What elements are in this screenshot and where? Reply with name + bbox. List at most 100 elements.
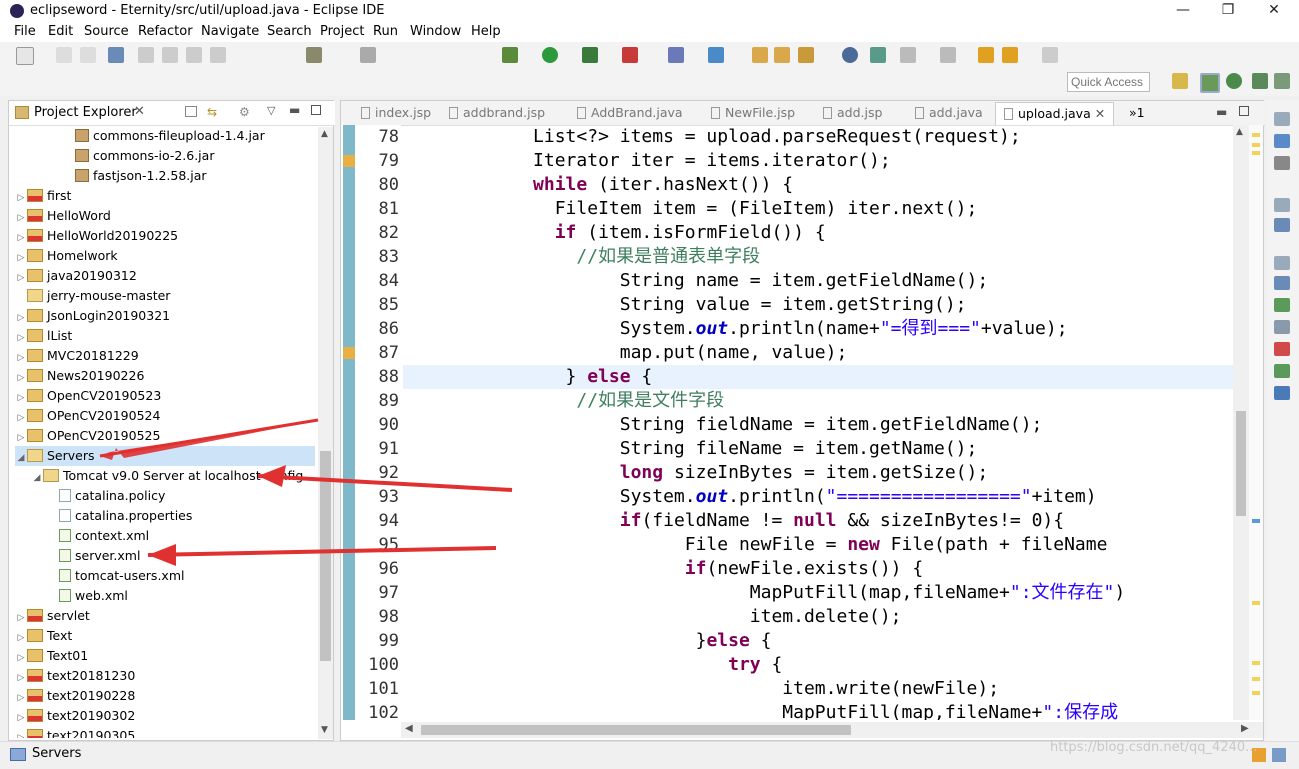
vertical-scroll-thumb[interactable] bbox=[1236, 411, 1246, 516]
tree-item[interactable]: ▷ OPenCV20190524 bbox=[15, 406, 315, 426]
snippets-icon[interactable] bbox=[1274, 364, 1290, 378]
code-line[interactable]: map.put(name, value); bbox=[403, 341, 1233, 365]
tree-item[interactable]: context.xml bbox=[15, 526, 315, 546]
last-edit-icon[interactable] bbox=[978, 47, 994, 63]
code-line[interactable]: long sizeInBytes = item.getSize(); bbox=[403, 461, 1233, 485]
scroll-right-icon[interactable]: ▶ bbox=[1241, 723, 1249, 734]
code-line[interactable]: System.out.println("================="+i… bbox=[403, 485, 1233, 509]
tree-item[interactable]: ▷ Text01 bbox=[15, 646, 315, 666]
editor-tab[interactable]: add.java bbox=[915, 105, 983, 120]
new-icon[interactable] bbox=[16, 47, 34, 65]
tree-item[interactable]: ▷ first bbox=[15, 186, 315, 206]
menu-file[interactable]: File bbox=[14, 24, 36, 39]
expand-toggle-icon[interactable]: ▷ bbox=[15, 608, 27, 628]
minimize-view-icon[interactable]: ▬ bbox=[289, 103, 300, 117]
tree-item[interactable]: ▷ MVC20181229 bbox=[15, 346, 315, 366]
tree-item[interactable]: ▷ JsonLogin20190321 bbox=[15, 306, 315, 326]
toggle-icon[interactable] bbox=[360, 47, 376, 63]
disconnect-icon[interactable] bbox=[210, 47, 226, 63]
data-source-icon[interactable] bbox=[1274, 342, 1290, 356]
expand-toggle-icon[interactable]: ◢ bbox=[31, 468, 43, 488]
code-line[interactable]: //如果是普通表单字段 bbox=[403, 245, 1233, 269]
code-line[interactable]: while (iter.hasNext()) { bbox=[403, 173, 1233, 197]
menu-edit[interactable]: Edit bbox=[48, 24, 73, 39]
menu-source[interactable]: Source bbox=[84, 24, 129, 39]
code-line[interactable]: MapPutFill(map,fileName+":保存成 bbox=[403, 701, 1233, 720]
external-tools-icon[interactable] bbox=[622, 47, 638, 63]
occurrence-marker[interactable] bbox=[1252, 519, 1260, 523]
open-task-icon[interactable] bbox=[774, 47, 790, 63]
project-explorer-tab[interactable]: Project Explorer ✕ ⇆ ⚙ ▽ ▬ bbox=[9, 101, 335, 126]
scroll-left-icon[interactable]: ◀ bbox=[405, 723, 413, 734]
editor-tab[interactable]: index.jsp bbox=[361, 105, 431, 120]
new-class-icon[interactable] bbox=[708, 47, 724, 63]
tree-item[interactable]: ▷ lList bbox=[15, 326, 315, 346]
new-server-icon[interactable] bbox=[668, 47, 684, 63]
code-line[interactable]: String name = item.getFieldName(); bbox=[403, 269, 1233, 293]
coverage-icon[interactable] bbox=[582, 47, 598, 63]
close-tab-icon[interactable]: ✕ bbox=[134, 104, 145, 119]
tree-item[interactable]: ▷ text20181230 bbox=[15, 666, 315, 686]
expand-toggle-icon[interactable]: ▷ bbox=[15, 348, 27, 368]
code-line[interactable]: File newFile = new File(path + fileName bbox=[403, 533, 1233, 557]
expand-toggle-icon[interactable]: ▷ bbox=[15, 308, 27, 328]
menu-search[interactable]: Search bbox=[267, 24, 312, 39]
expand-toggle-icon[interactable]: ▷ bbox=[15, 388, 27, 408]
view-menu-icon[interactable]: ▽ bbox=[267, 104, 275, 117]
scroll-up-icon[interactable]: ▲ bbox=[321, 129, 328, 139]
back-icon[interactable] bbox=[1002, 47, 1018, 63]
menu-refactor[interactable]: Refactor bbox=[138, 24, 193, 39]
code-line[interactable]: } else { bbox=[403, 365, 1233, 389]
git-perspective-icon[interactable] bbox=[1226, 73, 1242, 89]
expand-toggle-icon[interactable]: ▷ bbox=[15, 428, 27, 448]
tree-item[interactable]: ▷ News20190226 bbox=[15, 366, 315, 386]
code-line[interactable]: MapPutFill(map,fileName+":文件存在") bbox=[403, 581, 1233, 605]
restore-icon[interactable] bbox=[1274, 256, 1290, 270]
expand-toggle-icon[interactable]: ▷ bbox=[15, 248, 27, 268]
code-line[interactable]: if (item.isFormField()) { bbox=[403, 221, 1233, 245]
tree-item[interactable]: ◢ Tomcat v9.0 Server at localhost-config bbox=[15, 466, 315, 486]
code-line[interactable]: if(newFile.exists()) { bbox=[403, 557, 1233, 581]
search-icon[interactable] bbox=[798, 47, 814, 63]
tree-item[interactable]: ▷ Text bbox=[15, 626, 315, 646]
expand-toggle-icon[interactable]: ▷ bbox=[15, 728, 27, 738]
task-list-icon[interactable] bbox=[1274, 156, 1290, 170]
pin-icon[interactable] bbox=[108, 47, 124, 63]
code-line[interactable]: try { bbox=[403, 653, 1233, 677]
code-line[interactable]: FileItem item = (FileItem) iter.next(); bbox=[403, 197, 1233, 221]
tree-item[interactable]: commons-fileupload-1.4.jar bbox=[15, 126, 315, 146]
tree-item[interactable]: ◢ Servers bbox=[15, 446, 315, 466]
javaee-perspective-icon[interactable] bbox=[1200, 73, 1220, 93]
menu-run[interactable]: Run bbox=[373, 24, 398, 39]
warning-marker[interactable] bbox=[1252, 677, 1260, 681]
warning-marker[interactable] bbox=[1252, 601, 1260, 605]
tree-item[interactable]: ▷ OPenCV20190525 bbox=[15, 426, 315, 446]
tree-item[interactable]: ▷ java20190312 bbox=[15, 266, 315, 286]
code-line[interactable]: String value = item.getString(); bbox=[403, 293, 1233, 317]
code-line[interactable]: if(fieldName != null && sizeInBytes!= 0)… bbox=[403, 509, 1233, 533]
debug-icon[interactable] bbox=[502, 47, 518, 63]
warning-marker[interactable] bbox=[1252, 143, 1260, 147]
expand-toggle-icon[interactable]: ▷ bbox=[15, 628, 27, 648]
code-line[interactable]: item.delete(); bbox=[403, 605, 1233, 629]
maximize-editor-icon[interactable] bbox=[1239, 106, 1249, 116]
code-line[interactable]: }else { bbox=[403, 629, 1233, 653]
link-editor-icon[interactable]: ⇆ bbox=[207, 105, 217, 119]
warning-icon[interactable] bbox=[343, 155, 355, 167]
tree-item[interactable]: jerry-mouse-master bbox=[15, 286, 315, 306]
save-icon[interactable] bbox=[56, 47, 72, 63]
horizontal-scroll-thumb[interactable] bbox=[421, 725, 851, 735]
tree-item[interactable]: ▷ HelloWord bbox=[15, 206, 315, 226]
tree-item[interactable]: ▷ OpenCV20190523 bbox=[15, 386, 315, 406]
annotation-icon[interactable] bbox=[870, 47, 886, 63]
properties-icon[interactable] bbox=[1274, 298, 1290, 312]
expand-toggle-icon[interactable]: ▷ bbox=[15, 708, 27, 728]
close-tab-icon[interactable]: ✕ bbox=[1091, 106, 1105, 121]
explorer-scroll-thumb[interactable] bbox=[320, 451, 331, 661]
code-line[interactable]: String fieldName = item.getFieldName(); bbox=[403, 413, 1233, 437]
save-all-icon[interactable] bbox=[80, 47, 96, 63]
tree-item[interactable]: ▷ text20190302 bbox=[15, 706, 315, 726]
globe-icon[interactable] bbox=[842, 47, 858, 63]
java-perspective-icon[interactable] bbox=[1274, 73, 1290, 89]
code-line[interactable]: //如果是文件字段 bbox=[403, 389, 1233, 413]
